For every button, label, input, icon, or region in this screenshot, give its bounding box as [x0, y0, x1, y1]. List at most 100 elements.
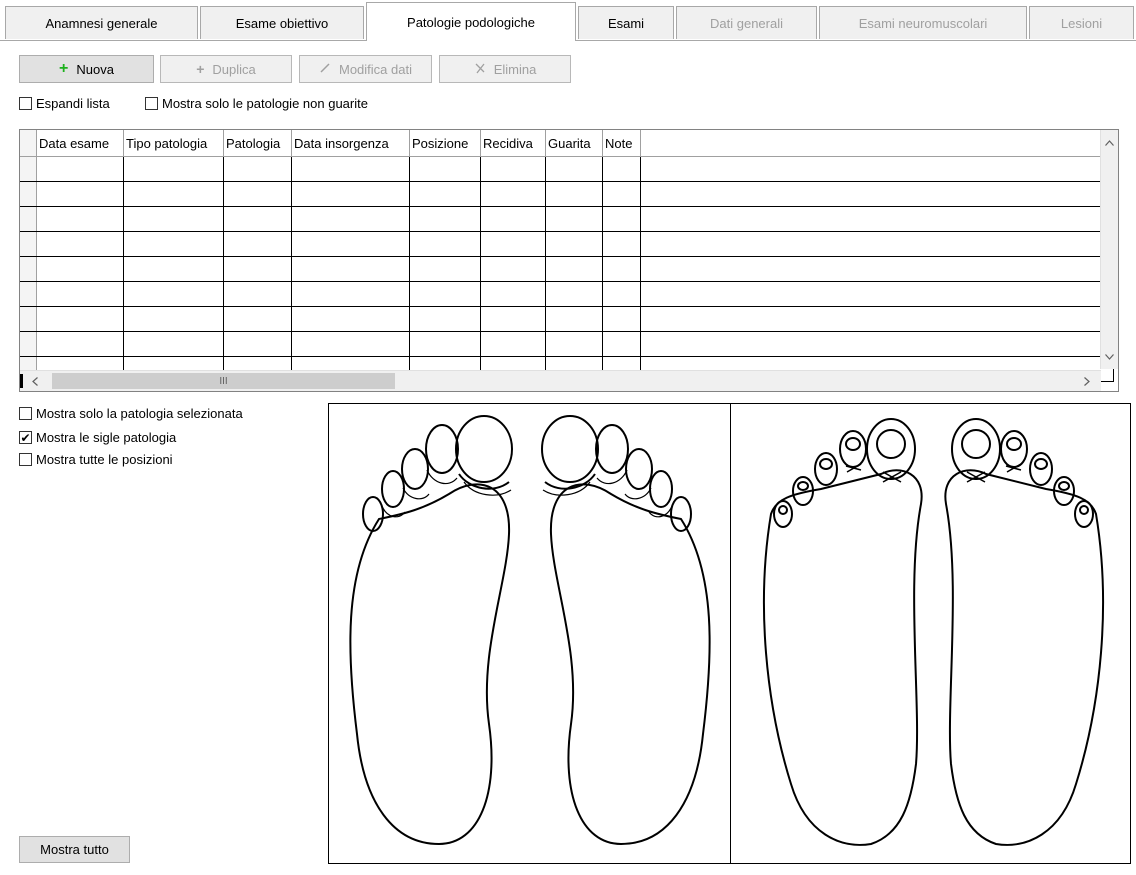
table-cell[interactable]: [545, 181, 603, 207]
table-cell[interactable]: [123, 231, 224, 257]
table-cell[interactable]: [223, 181, 292, 207]
vertical-scrollbar[interactable]: [1100, 130, 1118, 369]
table-cell[interactable]: [409, 281, 481, 307]
table-cell[interactable]: [602, 281, 641, 307]
table-cell[interactable]: [223, 306, 292, 332]
table-cell[interactable]: [640, 181, 1114, 207]
table-cell[interactable]: [36, 231, 124, 257]
elimina-button[interactable]: Elimina: [439, 55, 571, 83]
column-header[interactable]: Patologia: [223, 130, 292, 157]
scroll-down-icon[interactable]: [1101, 348, 1118, 365]
table-cell[interactable]: [545, 281, 603, 307]
duplica-button[interactable]: + Duplica: [160, 55, 292, 83]
table-cell[interactable]: [602, 331, 641, 357]
table-cell[interactable]: [409, 256, 481, 282]
table-cell[interactable]: [223, 281, 292, 307]
column-header[interactable]: Tipo patologia: [123, 130, 224, 157]
checkbox-box[interactable]: [19, 407, 32, 420]
table-cell[interactable]: [291, 156, 410, 182]
table-row[interactable]: [20, 331, 1114, 357]
table-cell[interactable]: [123, 181, 224, 207]
table-cell[interactable]: [480, 156, 546, 182]
table-cell[interactable]: [291, 331, 410, 357]
table-cell[interactable]: [640, 256, 1114, 282]
tab-esame-obiettivo[interactable]: Esame obiettivo: [200, 6, 364, 39]
table-cell[interactable]: [36, 281, 124, 307]
table-cell[interactable]: [409, 306, 481, 332]
table-cell[interactable]: [409, 206, 481, 232]
table-cell[interactable]: [223, 206, 292, 232]
tab-esami-neuromuscolari[interactable]: Esami neuromuscolari: [819, 6, 1027, 39]
table-cell[interactable]: [409, 231, 481, 257]
table-cell[interactable]: [36, 206, 124, 232]
non-guarite-checkbox[interactable]: Mostra solo le patologie non guarite: [145, 96, 368, 111]
patologia-selezionata-checkbox[interactable]: Mostra solo la patologia selezionata: [19, 406, 243, 421]
scroll-thumb[interactable]: III: [52, 373, 395, 389]
table-cell[interactable]: [123, 331, 224, 357]
table-cell[interactable]: [640, 231, 1114, 257]
checkbox-box[interactable]: [145, 97, 158, 110]
table-cell[interactable]: [36, 306, 124, 332]
table-cell[interactable]: [291, 231, 410, 257]
table-cell[interactable]: [602, 256, 641, 282]
nuova-button[interactable]: + Nuova: [19, 55, 154, 83]
table-cell[interactable]: [480, 331, 546, 357]
table-cell[interactable]: [36, 256, 124, 282]
row-header[interactable]: [20, 306, 37, 332]
table-row[interactable]: [20, 256, 1114, 282]
table-cell[interactable]: [640, 156, 1114, 182]
column-header[interactable]: Posizione: [409, 130, 481, 157]
table-cell[interactable]: [640, 331, 1114, 357]
tab-lesioni[interactable]: Lesioni: [1029, 6, 1134, 39]
table-cell[interactable]: [480, 206, 546, 232]
table-cell[interactable]: [602, 156, 641, 182]
table-cell[interactable]: [123, 156, 224, 182]
column-header[interactable]: Recidiva: [480, 130, 546, 157]
row-header[interactable]: [20, 231, 37, 257]
table-cell[interactable]: [123, 281, 224, 307]
table-cell[interactable]: [602, 206, 641, 232]
table-cell[interactable]: [602, 306, 641, 332]
horizontal-scrollbar[interactable]: III: [20, 370, 1101, 391]
table-row[interactable]: [20, 306, 1114, 332]
table-cell[interactable]: [409, 181, 481, 207]
table-cell[interactable]: [640, 206, 1114, 232]
table-cell[interactable]: [36, 331, 124, 357]
checkbox-box[interactable]: ✔: [19, 431, 32, 444]
table-cell[interactable]: [291, 306, 410, 332]
table-cell[interactable]: [480, 281, 546, 307]
column-header[interactable]: Data insorgenza: [291, 130, 410, 157]
table-row[interactable]: [20, 181, 1114, 207]
table-row[interactable]: [20, 206, 1114, 232]
scroll-up-icon[interactable]: [1101, 134, 1118, 151]
table-cell[interactable]: [545, 306, 603, 332]
dorsal-view-icon[interactable]: [731, 404, 1130, 863]
table-cell[interactable]: [480, 306, 546, 332]
table-cell[interactable]: [409, 156, 481, 182]
plantar-view-icon[interactable]: [329, 404, 730, 863]
table-row[interactable]: [20, 231, 1114, 257]
table-cell[interactable]: [545, 231, 603, 257]
table-cell[interactable]: [602, 181, 641, 207]
table-cell[interactable]: [480, 256, 546, 282]
mostra-tutto-button[interactable]: Mostra tutto: [19, 836, 130, 863]
column-header[interactable]: Guarita: [545, 130, 603, 157]
patologie-grid[interactable]: Data esame Tipo patologia Patologia Data…: [19, 129, 1119, 392]
table-cell[interactable]: [291, 256, 410, 282]
checkbox-box[interactable]: [19, 453, 32, 466]
table-cell[interactable]: [602, 231, 641, 257]
table-cell[interactable]: [223, 256, 292, 282]
tab-dati-generali[interactable]: Dati generali: [676, 6, 817, 39]
table-cell[interactable]: [123, 256, 224, 282]
table-cell[interactable]: [545, 156, 603, 182]
table-cell[interactable]: [36, 181, 124, 207]
row-header[interactable]: [20, 206, 37, 232]
table-cell[interactable]: [640, 281, 1114, 307]
table-cell[interactable]: [123, 306, 224, 332]
sigle-patologia-checkbox[interactable]: ✔ Mostra le sigle patologia: [19, 430, 176, 445]
column-header[interactable]: Note: [602, 130, 641, 157]
table-cell[interactable]: [291, 206, 410, 232]
table-cell[interactable]: [291, 181, 410, 207]
row-header[interactable]: [20, 281, 37, 307]
espandi-lista-checkbox[interactable]: Espandi lista: [19, 96, 110, 111]
